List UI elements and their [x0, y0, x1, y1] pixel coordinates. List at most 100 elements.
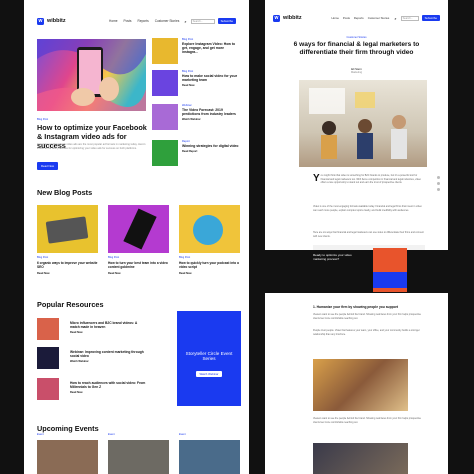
- side-tag: Blog Post: [182, 38, 194, 41]
- blog-title[interactable]: How to turn your best team into a video …: [108, 261, 169, 269]
- office-meeting-illustration: [309, 88, 407, 159]
- share-icon[interactable]: [437, 182, 440, 185]
- blog-card[interactable]: Blog Post 6 organic ways to improve your…: [37, 205, 98, 275]
- resource-title[interactable]: How to reach audiences with social video…: [70, 381, 146, 389]
- side-title[interactable]: The Video Forecast: 2019 predictions fro…: [182, 108, 240, 116]
- article-image: [313, 443, 408, 474]
- menu-item-customer-stories[interactable]: Customer Stories: [155, 19, 180, 23]
- events-section-title: Upcoming Events: [37, 424, 99, 433]
- side-item[interactable]: Blog Post Explore Instagram Video: How t…: [152, 38, 242, 67]
- menu-item-reports[interactable]: Reports: [138, 19, 149, 23]
- featured-description: Instagram and Facebook video ads are the…: [37, 143, 146, 150]
- search-icon[interactable]: ⌕: [184, 19, 186, 24]
- side-thumb: [152, 70, 178, 96]
- search-input[interactable]: Search...: [190, 18, 215, 24]
- blog-link[interactable]: Read Now: [179, 272, 240, 275]
- resource-title[interactable]: Webinar: Improving content marketing thr…: [70, 350, 146, 358]
- article-paragraph: People trust people. Video that features…: [313, 329, 420, 336]
- blog-tag: Blog Post: [37, 256, 49, 259]
- menu-item-posts[interactable]: Posts: [343, 16, 350, 20]
- main-menu: Home Posts Reports Customer Stories: [331, 16, 389, 20]
- article-paragraph: Here are six ways that financial and leg…: [313, 231, 424, 238]
- blog-link[interactable]: Read Now: [108, 272, 169, 275]
- ebook-cover[interactable]: [373, 248, 407, 292]
- article-paragraph: ou might think that video is something f…: [320, 174, 421, 185]
- side-title[interactable]: Explore Instagram Video: How to get, eng…: [182, 42, 240, 55]
- blog-image: [108, 205, 169, 253]
- side-tag: Webinar: [182, 104, 192, 107]
- subscribe-button[interactable]: Subscribe: [421, 15, 440, 21]
- phone-photo-illustration: [37, 39, 146, 111]
- resource-item[interactable]: Webinar: Improving content marketing thr…: [37, 347, 147, 373]
- menu-item-home[interactable]: Home: [331, 16, 338, 20]
- logo-text: wibbitz: [47, 18, 66, 24]
- article-tag: Customer Stories: [346, 36, 367, 39]
- main-menu: Home Posts Reports Customer Stories: [109, 19, 179, 23]
- logo[interactable]: w wibbitz: [273, 14, 302, 22]
- blog-image: [179, 205, 240, 253]
- article-image: [313, 359, 408, 411]
- resources-section-title: Popular Resources: [37, 300, 104, 309]
- cta-text-block: Ready to optimize your video marketing p…: [313, 253, 353, 272]
- resource-link[interactable]: Read Now: [70, 331, 146, 334]
- side-title[interactable]: How to make social video for your market…: [182, 74, 240, 82]
- side-title[interactable]: Winning strategies for digital video: [182, 144, 240, 148]
- search-input[interactable]: Search...: [400, 15, 419, 21]
- event-tag: Event: [108, 433, 115, 436]
- side-tag: Report: [182, 140, 190, 143]
- resource-item[interactable]: How to reach audiences with social video…: [37, 378, 147, 404]
- logo-icon: w: [37, 17, 44, 25]
- side-thumb: [152, 140, 178, 166]
- resource-thumb: [37, 378, 59, 400]
- article-paragraph: Viewers want to see the people behind th…: [313, 313, 421, 320]
- blog-card[interactable]: Blog Post How to turn your best team int…: [108, 205, 169, 275]
- side-link[interactable]: Read Report: [182, 150, 240, 153]
- resource-item[interactable]: Micro influencers and B2C brand videos: …: [37, 318, 147, 344]
- share-icon[interactable]: [437, 176, 440, 179]
- logo[interactable]: w wibbitz: [37, 17, 66, 25]
- menu-item-reports[interactable]: Reports: [354, 16, 364, 20]
- menu-item-posts[interactable]: Posts: [124, 19, 132, 23]
- blog-image: [37, 205, 98, 253]
- blog-card[interactable]: Blog Post How to quickly turn your podca…: [179, 205, 240, 275]
- top-nav: w wibbitz Home Posts Reports Customer St…: [24, 0, 249, 42]
- blog-link[interactable]: Read Now: [37, 272, 98, 275]
- blog-section-title: New Blog Posts: [37, 188, 93, 197]
- promo-title: Storyteller Circle Event Series: [185, 351, 233, 362]
- side-link[interactable]: Read Now: [182, 84, 240, 87]
- featured-read-button[interactable]: Read Now: [37, 162, 59, 170]
- article-title: 6 ways for financial & legal marketers t…: [293, 41, 420, 57]
- blog-title[interactable]: How to quickly turn your podcast into a …: [179, 261, 240, 269]
- event-card[interactable]: Event: [108, 433, 169, 474]
- blog-tag: Blog Post: [108, 256, 120, 259]
- logo-text: wibbitz: [283, 15, 302, 21]
- side-item[interactable]: Report Winning strategies for digital vi…: [152, 140, 242, 169]
- resource-link[interactable]: Watch Webinar: [70, 360, 146, 363]
- menu-item-home[interactable]: Home: [109, 19, 118, 23]
- blog-title[interactable]: 6 organic ways to improve your website S…: [37, 261, 98, 269]
- cta-title: Ready to optimize your video marketing p…: [313, 253, 352, 261]
- menu-item-customer-stories[interactable]: Customer Stories: [368, 16, 390, 20]
- subscribe-button[interactable]: Subscribe: [217, 18, 236, 24]
- resource-thumb: [37, 318, 59, 340]
- side-tag: Blog Post: [182, 70, 194, 73]
- cta-box: [313, 245, 425, 250]
- share-icon[interactable]: [437, 188, 440, 191]
- event-card[interactable]: Event: [37, 433, 98, 474]
- side-link[interactable]: Watch Webinar: [182, 118, 240, 121]
- resource-title[interactable]: Micro influencers and B2C brand videos: …: [70, 321, 146, 329]
- event-tag: Event: [179, 433, 186, 436]
- event-tag: Event: [37, 433, 44, 436]
- promo-card[interactable]: Storyteller Circle Event Series Watch We…: [177, 311, 241, 406]
- resource-link[interactable]: Read Now: [70, 391, 146, 394]
- article-panel: w wibbitz Home Posts Reports Customer St…: [265, 0, 448, 250]
- side-thumb: [152, 38, 178, 64]
- article-continuation-panel: 1. Humanize your firm by showing people …: [265, 293, 448, 474]
- search-icon[interactable]: ⌕: [394, 16, 396, 21]
- side-item[interactable]: Blog Post How to make social video for y…: [152, 70, 242, 99]
- promo-button[interactable]: Watch Webinar: [195, 370, 223, 377]
- section-heading: 1. Humanize your firm by showing people …: [313, 305, 398, 309]
- side-item[interactable]: Webinar The Video Forecast: 2019 predict…: [152, 104, 242, 133]
- featured-image[interactable]: [37, 39, 146, 111]
- event-card[interactable]: Event: [179, 433, 240, 474]
